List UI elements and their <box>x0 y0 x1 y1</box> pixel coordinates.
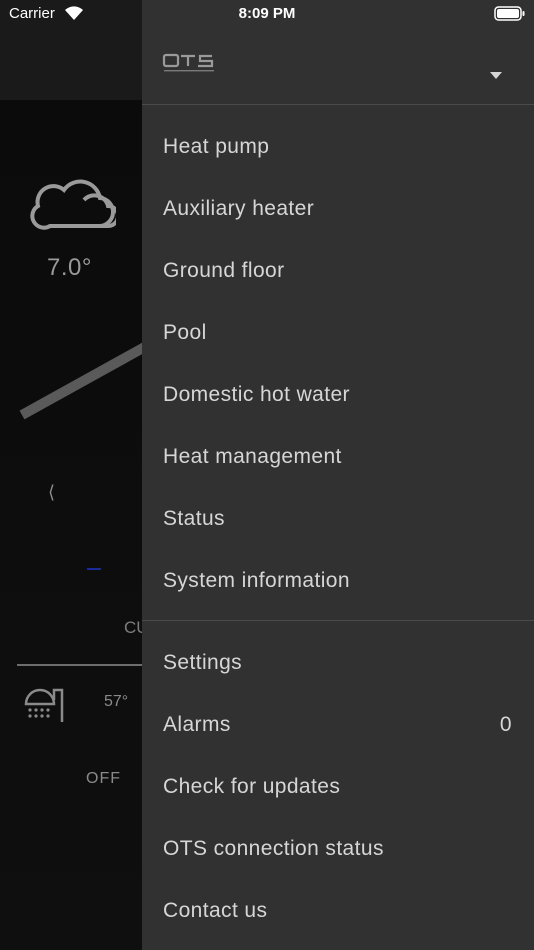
menu-item-domestic-hot-water[interactable]: Domestic hot water <box>142 364 534 426</box>
menu-item-label: Heat management <box>163 445 342 468</box>
gauge-needle <box>19 337 156 420</box>
menu-item-label: Check for updates <box>163 775 341 798</box>
menu-item-label: Alarms <box>163 713 231 736</box>
menu-item-label: Pool <box>163 321 207 344</box>
menu-item-label: Ground floor <box>163 259 285 282</box>
menu-item-system-information[interactable]: System information <box>142 550 534 612</box>
ots-logo-icon <box>162 53 214 72</box>
gauge-marker <box>87 568 101 570</box>
menu-item-label: Auxiliary heater <box>163 197 315 220</box>
menu-item-label: Domestic hot water <box>163 383 350 406</box>
menu-divider <box>142 620 534 621</box>
outdoor-temperature: 7.0° <box>47 254 92 281</box>
cloud-icon <box>30 179 116 230</box>
navigation-drawer: Heat pump Auxiliary heater Ground floor … <box>142 0 534 950</box>
dhw-state-label: OFF <box>86 770 121 787</box>
menu-item-alarms[interactable]: Alarms 0 <box>142 694 534 756</box>
dhw-temperature: 57° <box>104 693 129 710</box>
status-time: 8:09 PM <box>238 5 296 22</box>
chevron-down-icon[interactable] <box>489 70 503 80</box>
menu-item-auxiliary-heater[interactable]: Auxiliary heater <box>142 178 534 240</box>
menu-item-label: System information <box>163 569 350 592</box>
menu-item-label: Heat pump <box>163 135 270 158</box>
alarms-count-badge: 0 <box>499 713 512 736</box>
menu-item-label: OTS connection status <box>163 837 384 860</box>
status-bar: Carrier 8:09 PM <box>0 0 534 28</box>
menu-item-heat-pump[interactable]: Heat pump <box>142 116 534 178</box>
menu-item-contact-us[interactable]: Contact us <box>142 880 534 942</box>
menu-item-check-for-updates[interactable]: Check for updates <box>142 756 534 818</box>
shower-icon <box>24 688 64 722</box>
previous-arrow-icon[interactable]: ⟨ <box>48 482 55 503</box>
menu-item-heat-management[interactable]: Heat management <box>142 426 534 488</box>
menu-item-status[interactable]: Status <box>142 488 534 550</box>
menu-item-ground-floor[interactable]: Ground floor <box>142 240 534 302</box>
background-divider <box>17 664 142 666</box>
menu-item-label: Settings <box>163 651 243 674</box>
battery-icon <box>494 6 525 21</box>
menu-item-settings[interactable]: Settings <box>142 632 534 694</box>
menu-item-pool[interactable]: Pool <box>142 302 534 364</box>
menu-item-label: Contact us <box>163 899 268 922</box>
menu-item-ots-connection-status[interactable]: OTS connection status <box>142 818 534 880</box>
menu-item-label: Status <box>163 507 225 530</box>
